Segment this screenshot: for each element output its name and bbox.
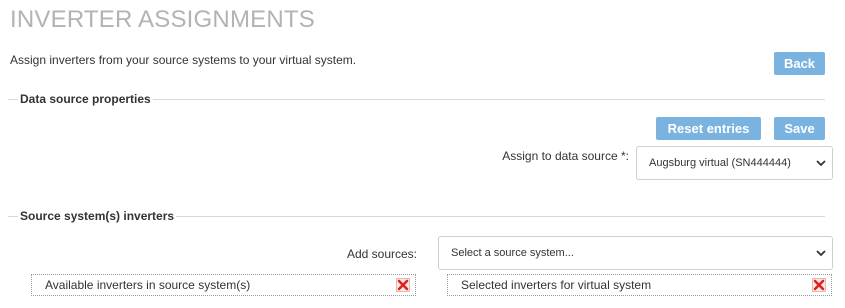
section-title: Data source properties bbox=[18, 92, 153, 106]
assign-data-source-select[interactable]: Augsburg virtual (SN444444) bbox=[636, 146, 833, 180]
assign-data-source-label: Assign to data source *: bbox=[502, 149, 629, 163]
page-title: INVERTER ASSIGNMENTS bbox=[10, 6, 315, 33]
source-systems-section-header: Source system(s) inverters bbox=[8, 209, 825, 223]
add-sources-value: Select a source system... bbox=[451, 247, 574, 259]
add-sources-label: Add sources: bbox=[346, 247, 417, 261]
assign-data-source-value: Augsburg virtual (SN444444) bbox=[649, 157, 791, 169]
add-sources-select[interactable]: Select a source system... bbox=[438, 236, 833, 270]
chevron-down-icon bbox=[816, 160, 826, 167]
page-intro: Assign inverters from your source system… bbox=[10, 53, 357, 67]
remove-x-icon[interactable] bbox=[812, 278, 826, 292]
reset-entries-button[interactable]: Reset entries bbox=[656, 117, 761, 140]
save-button[interactable]: Save bbox=[774, 117, 825, 140]
selected-inverters-title: Selected inverters for virtual system bbox=[461, 278, 652, 292]
available-inverters-list[interactable]: Available inverters in source system(s) bbox=[31, 274, 416, 296]
data-source-section-header: Data source properties bbox=[8, 92, 825, 106]
chevron-down-icon bbox=[816, 250, 826, 257]
selected-inverters-list[interactable]: Selected inverters for virtual system bbox=[447, 274, 832, 296]
section-title: Source system(s) inverters bbox=[18, 209, 177, 223]
remove-x-icon[interactable] bbox=[396, 278, 410, 292]
back-button[interactable]: Back bbox=[774, 52, 825, 75]
available-inverters-title: Available inverters in source system(s) bbox=[45, 278, 251, 292]
